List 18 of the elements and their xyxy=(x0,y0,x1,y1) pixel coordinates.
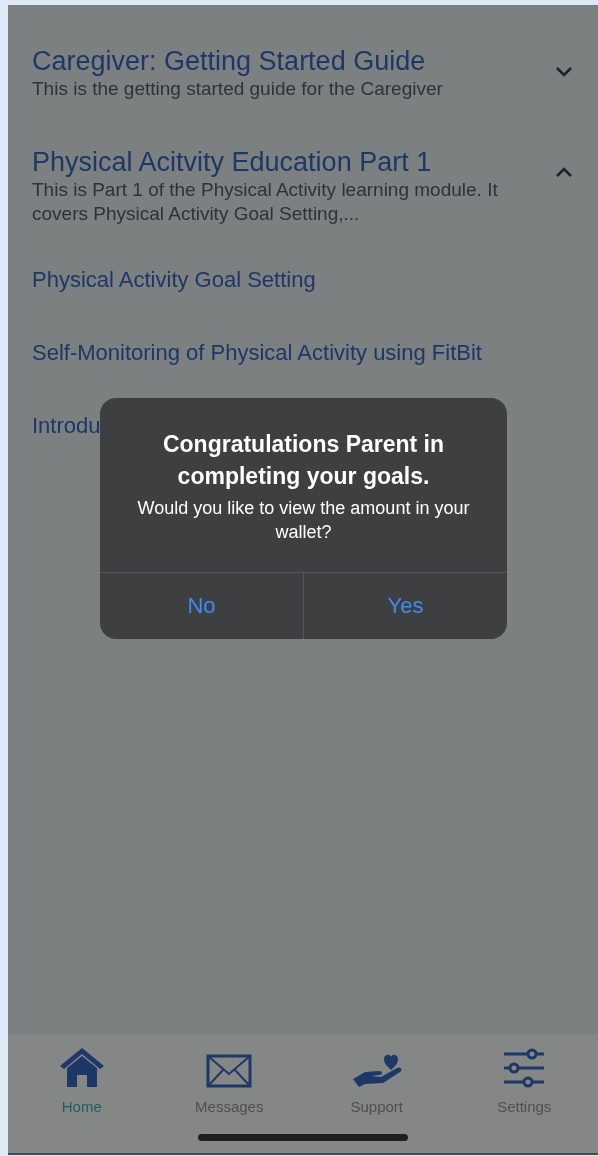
yes-button[interactable]: Yes xyxy=(303,573,507,639)
lesson-link[interactable]: Physical Activity Goal Setting xyxy=(32,267,316,293)
tab-item[interactable]: Support xyxy=(303,1046,451,1115)
envelope-icon xyxy=(206,1054,253,1088)
dialog-title: Congratulations Parent in completing your goals. xyxy=(161,430,446,491)
sliders-icon xyxy=(502,1048,547,1088)
tab-item[interactable]: Settings xyxy=(450,1046,598,1115)
dialog-message: Would you like to view the amount in your wallet? xyxy=(136,497,471,544)
heart-hand-icon xyxy=(350,1052,403,1088)
module-description: This is Part 1 of the Physical Activity learning module. It covers Physical Activity Goal Setting,... xyxy=(32,178,499,226)
module-title[interactable]: Physical Acitvity Education Part 1 xyxy=(32,146,554,178)
tab-item[interactable]: Home xyxy=(8,1046,156,1115)
lesson-link[interactable]: Introdu xyxy=(32,413,101,439)
lesson-link[interactable]: Self-Monitoring of Physical Activity using FitBit xyxy=(32,340,482,366)
module-description: This is the getting started guide for the Caregiver xyxy=(32,77,444,101)
tab-item[interactable]: Messages xyxy=(155,1046,303,1115)
no-button[interactable]: No xyxy=(100,573,303,639)
module-title[interactable]: Caregiver: Getting Started Guide xyxy=(32,45,554,77)
